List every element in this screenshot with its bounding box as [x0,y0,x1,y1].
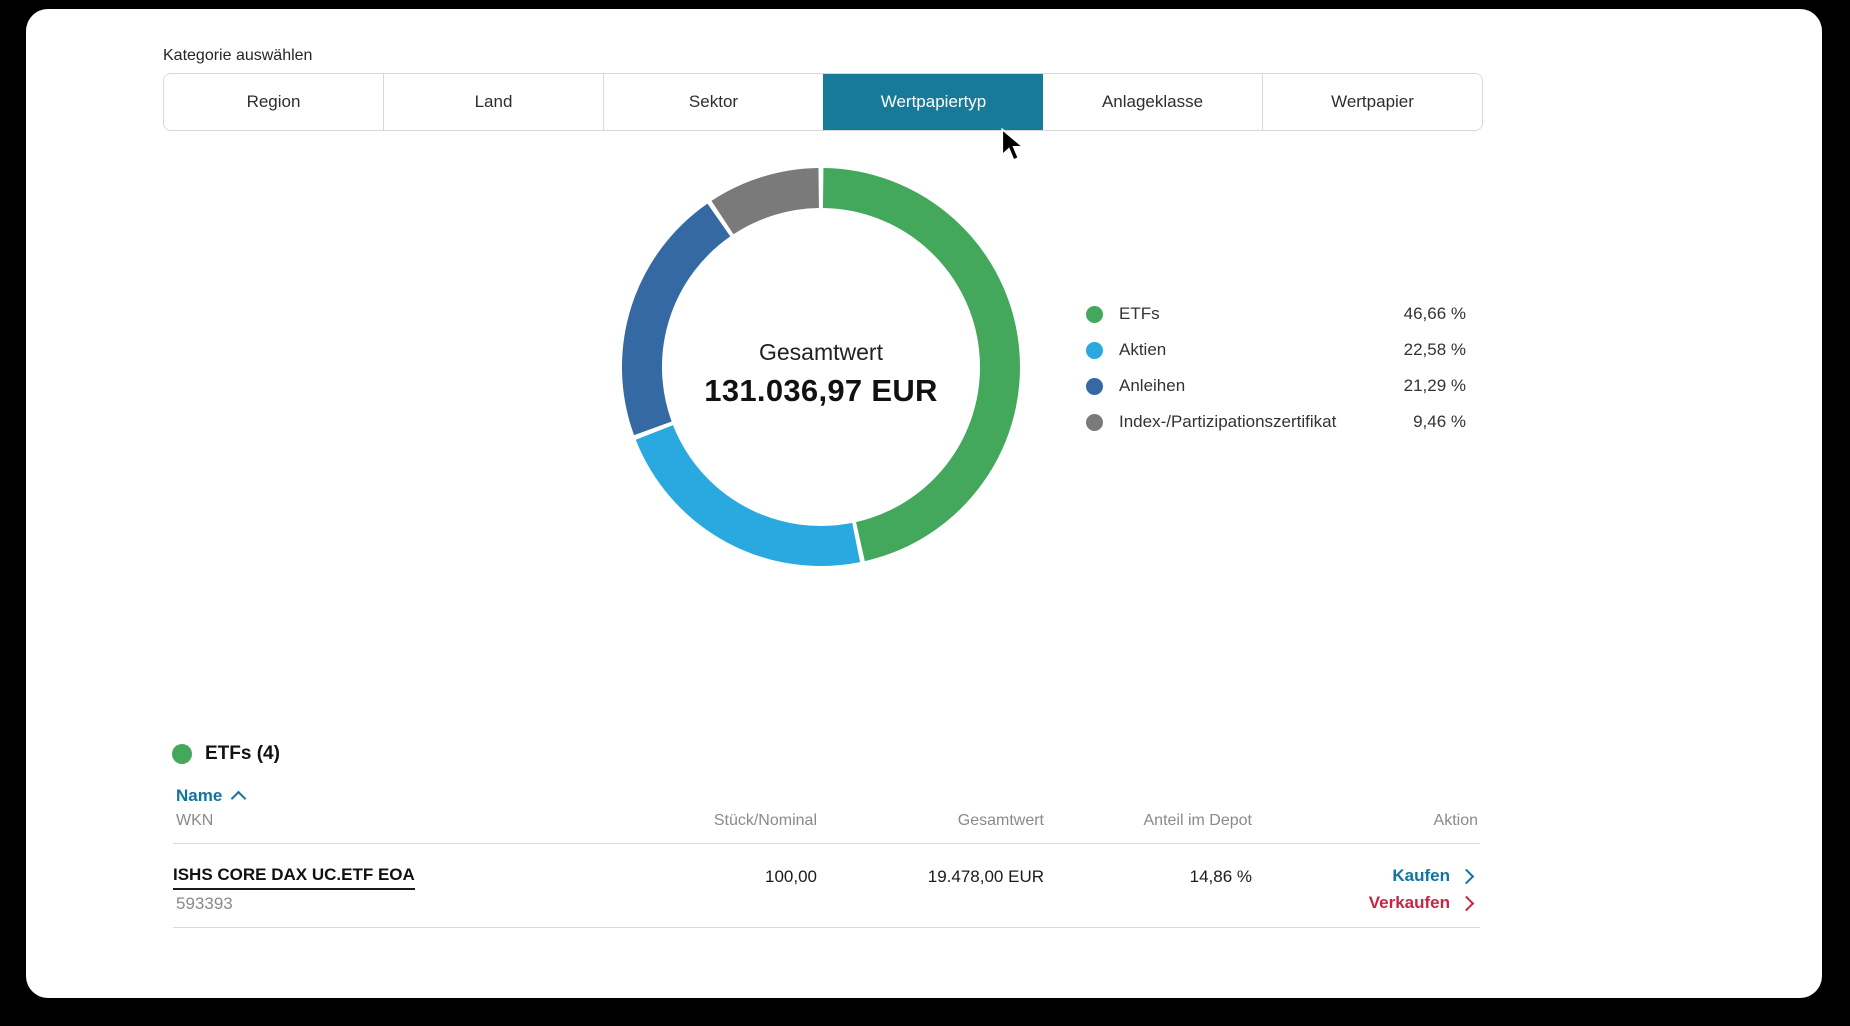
mouse-cursor [1000,128,1030,162]
column-header-wkn: WKN [176,812,213,830]
portfolio-card: Kategorie auswählen Region Land Sektor W… [26,9,1822,998]
column-header-qty: Stück/Nominal [714,812,817,830]
buy-label: Kaufen [1392,866,1450,886]
column-header-share: Anteil im Depot [1144,812,1253,830]
holding-qty: 100,00 [765,867,817,887]
legend-dot-zertifikat [1086,414,1103,431]
chart-legend: ETFs 46,66 % Aktien 22,58 % Anleihen 21,… [1086,296,1466,440]
donut-segment-1[interactable] [654,432,856,546]
legend-dot-anleihen [1086,378,1103,395]
legend-label: Index-/Partizipationszertifikat [1119,412,1336,432]
holding-name-link[interactable]: ISHS CORE DAX UC.ETF EOA [173,865,415,890]
total-value: 131.036,97 EUR [621,373,1021,409]
legend-label: ETFs [1119,304,1160,324]
sell-link[interactable]: Verkaufen [1369,893,1472,913]
sort-by-name[interactable]: Name [176,786,244,806]
tab-wertpapier[interactable]: Wertpapier [1262,74,1482,130]
legend-value: 22,58 % [1404,340,1466,360]
chevron-right-icon [1459,895,1475,911]
category-picker-label: Kategorie auswählen [163,47,312,65]
holding-total: 19.478,00 EUR [928,867,1044,887]
holding-wkn: 593393 [176,894,233,914]
header-divider [173,843,1480,844]
tab-anlageklasse[interactable]: Anlageklasse [1043,74,1262,130]
legend-item: Aktien 22,58 % [1086,332,1466,368]
sell-label: Verkaufen [1369,893,1450,913]
section-dot-etfs [172,744,192,764]
legend-value: 9,46 % [1413,412,1466,432]
buy-link[interactable]: Kaufen [1392,866,1472,886]
legend-dot-aktien [1086,342,1103,359]
legend-item: Index-/Partizipationszertifikat 9,46 % [1086,404,1466,440]
chevron-right-icon [1459,868,1475,884]
legend-value: 46,66 % [1404,304,1466,324]
column-header-action: Aktion [1434,812,1478,830]
screen: { "category_picker": { "label": "Kategor… [0,0,1850,1026]
total-value-label: Gesamtwert [621,339,1021,366]
category-tabbar: Region Land Sektor Wertpapiertyp Anlagek… [163,73,1483,131]
tab-land[interactable]: Land [383,74,603,130]
holdings-section-title: ETFs (4) [205,743,280,765]
chevron-up-icon [231,790,247,806]
holdings-section-header: ETFs (4) [172,743,280,765]
holding-share: 14,86 % [1190,867,1252,887]
legend-dot-etfs [1086,306,1103,323]
column-header-total: Gesamtwert [958,812,1044,830]
legend-item: Anleihen 21,29 % [1086,368,1466,404]
legend-label: Aktien [1119,340,1166,360]
chart-center: Gesamtwert 131.036,97 EUR [621,339,1021,409]
tab-wertpapiertyp[interactable]: Wertpapiertyp [823,73,1043,131]
tab-sektor[interactable]: Sektor [603,74,823,130]
tab-region[interactable]: Region [164,74,383,130]
sort-label: Name [176,786,222,806]
legend-label: Anleihen [1119,376,1185,396]
legend-value: 21,29 % [1404,376,1466,396]
row-divider [173,927,1480,928]
legend-item: ETFs 46,66 % [1086,296,1466,332]
donut-segment-3[interactable] [722,188,818,218]
